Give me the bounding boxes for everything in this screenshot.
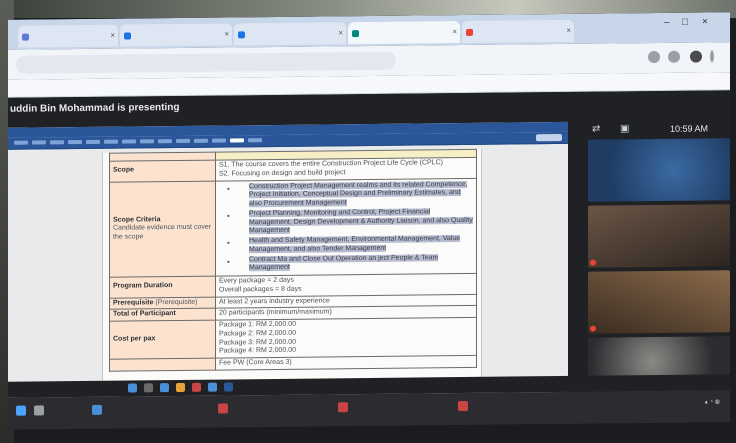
extension-icon[interactable] <box>668 50 680 63</box>
row-caption: Candidate evidence must cover the scope <box>113 224 212 241</box>
pdf-icon[interactable] <box>458 400 468 412</box>
browser-tab[interactable]: × <box>18 24 118 48</box>
extension-icon[interactable] <box>648 50 660 64</box>
system-tray[interactable]: ▴ ◔ ◍ <box>705 398 720 405</box>
close-window-icon[interactable]: × <box>702 16 708 27</box>
app-icon[interactable] <box>144 383 153 393</box>
browser-tab[interactable]: × <box>462 19 574 44</box>
app-icon[interactable] <box>208 382 217 392</box>
app-icon[interactable] <box>192 382 201 392</box>
pdf-icon[interactable] <box>338 402 348 413</box>
browser-tab[interactable]: × <box>120 23 232 47</box>
pdf-icon[interactable] <box>218 403 228 414</box>
table-row: Scope Criteria Candidate evidence must c… <box>109 177 477 278</box>
minimize-icon[interactable]: – <box>664 17 670 28</box>
table-row: Cost per pax Package 1: RM 2,000.00 Pack… <box>109 317 477 360</box>
row-value: Every package = 2 days Overall packages … <box>215 273 477 297</box>
tab-favicon-icon <box>22 33 29 41</box>
browser-tab-active[interactable]: × <box>348 21 460 45</box>
row-value: • Construction Project Management realms … <box>215 177 477 277</box>
app-icon[interactable] <box>160 383 169 393</box>
avatar[interactable] <box>690 50 702 63</box>
layout-icon[interactable]: ⇄ <box>592 124 600 135</box>
start-icon[interactable] <box>16 405 26 416</box>
close-icon[interactable]: × <box>338 28 343 37</box>
maximize-icon[interactable]: □ <box>682 17 688 28</box>
course-info-table: Scope S1. The course covers the entire C… <box>109 149 477 372</box>
row-value: Package 1: RM 2,000.00 Package 2: RM 2,0… <box>215 317 477 359</box>
menu-kebab-icon[interactable] <box>710 50 714 63</box>
windows-taskbar: ▴ ◔ ◍ <box>8 390 730 430</box>
close-icon[interactable]: × <box>452 27 457 36</box>
participant-tile[interactable] <box>588 204 730 268</box>
row-value: S1. The course covers the entire Constru… <box>215 157 477 181</box>
list-item: • Project Planning, Monitoring and Contro… <box>227 208 473 235</box>
document-page: Scope S1. The course covers the entire C… <box>102 148 482 412</box>
row-label: Cost per pax <box>109 320 216 360</box>
meet-icon <box>352 30 359 38</box>
shared-word-document: Scope S1. The course covers the entire C… <box>8 121 568 412</box>
laptop-screen: × × × × × – □ × uddin Bin Mohammad is pr… <box>8 12 730 430</box>
table-row: Fee PW (Core Areas 3) <box>109 355 477 371</box>
presenting-banner: uddin Bin Mohammad is presenting <box>10 101 180 115</box>
meeting-clock: 10:59 AM <box>669 123 708 134</box>
chat-icon[interactable]: ▣ <box>620 123 629 134</box>
row-label: Program Duration <box>109 276 216 298</box>
close-icon[interactable]: × <box>224 29 229 38</box>
search-icon[interactable] <box>34 405 44 416</box>
tab-favicon-icon <box>238 31 245 39</box>
app-icon[interactable] <box>92 404 102 415</box>
muted-mic-icon <box>590 259 596 266</box>
row-label: Scope <box>109 160 216 182</box>
list-item: • Construction Project Management realms … <box>227 180 468 208</box>
muted-mic-icon <box>590 325 596 332</box>
list-item: • Contract Ma and Close Out Operation an … <box>227 253 439 272</box>
word-icon[interactable] <box>224 382 233 392</box>
participant-tile[interactable] <box>588 138 730 202</box>
meet-top-bar: ⇄ ▣ 10:59 AM <box>586 120 730 140</box>
participant-tile[interactable] <box>588 270 730 334</box>
close-icon[interactable]: × <box>110 31 115 40</box>
app-icon[interactable] <box>128 383 137 393</box>
list-item: • Health and Safety Management, Environme… <box>227 235 461 254</box>
row-value: Fee PW (Core Areas 3) <box>215 355 477 370</box>
browser-tab[interactable]: × <box>234 22 346 46</box>
close-icon[interactable]: × <box>566 26 571 35</box>
tab-favicon-icon <box>124 32 131 40</box>
share-button[interactable] <box>536 133 562 142</box>
app-icon[interactable] <box>176 382 185 393</box>
participant-tiles <box>588 138 730 409</box>
address-bar[interactable] <box>16 51 396 74</box>
tab-favicon-icon <box>466 28 473 36</box>
